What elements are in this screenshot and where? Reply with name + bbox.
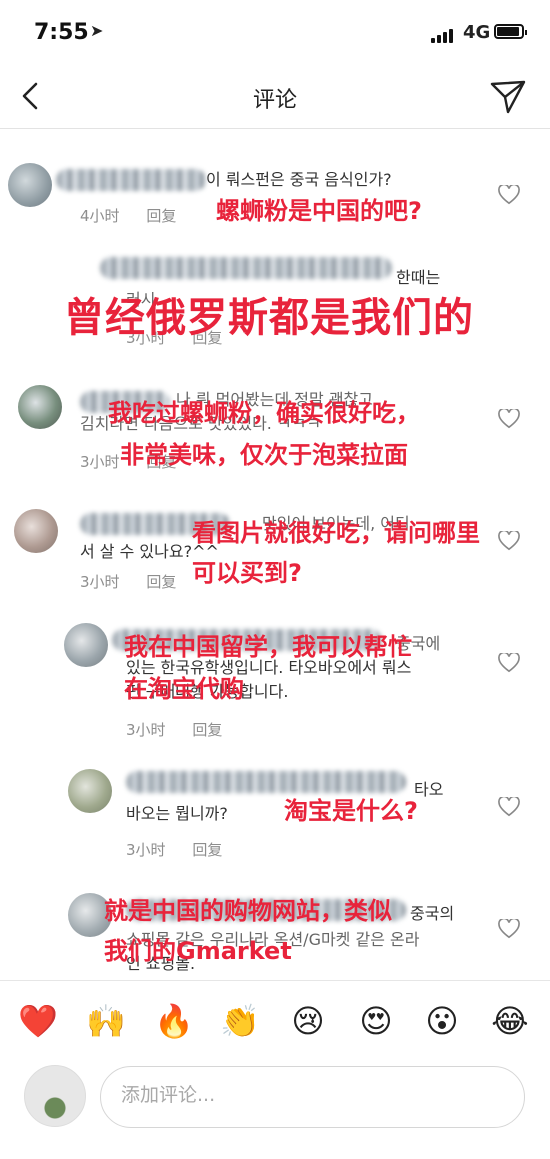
avatar[interactable] [8,163,52,207]
comment-meta: 3小时 回复 [126,719,244,740]
comment-meta: 3小时 回复 [126,839,244,860]
comment-meta: 4小时 回复 [80,205,198,226]
comment-list: 이 뤄스펀은 중국 음식인가? 4小时 回复 螺蛳粉是中国的吧? 한때는 러시 … [0,129,550,979]
like-heart-icon[interactable] [498,531,520,551]
raising-hands-emoji-icon[interactable]: 🙌 [86,1003,126,1039]
comment-text: 바오는 뭡니까? [126,804,228,823]
overlay-caption: 我在中国留学，我可以帮忙 [124,633,412,661]
send-direct-icon[interactable] [488,76,528,116]
fire-emoji-icon[interactable]: 🔥 [154,1003,194,1039]
reply-link[interactable]: 回复 [146,573,176,591]
avatar[interactable] [18,385,62,429]
status-time: 7:55 [34,20,89,45]
status-bar: 7:55 ➤ 4G [0,0,550,66]
overlay-caption: 曾经俄罗斯都是我们的 [64,295,474,341]
overlay-caption: 淘宝是什么? [284,797,418,825]
overlay-caption: 就是中国的购物网站，类似 [104,897,392,925]
red-heart-emoji-icon[interactable]: ❤️ [18,1003,58,1039]
avatar[interactable] [64,623,108,667]
surprised-face-emoji-icon[interactable]: 😮 [422,1003,462,1039]
overlay-caption: 可以买到? [192,559,302,587]
like-heart-icon[interactable] [498,185,520,205]
my-avatar [24,1065,86,1127]
comment-time: 3小时 [126,841,166,859]
clapping-hands-emoji-icon[interactable]: 👏 [220,1003,260,1039]
comment-text: 중국의 [410,904,455,923]
crying-face-emoji-icon[interactable]: 😢 [288,1003,328,1039]
page-title: 评论 [252,88,297,113]
comment-meta: 3小时 回复 [80,571,198,592]
emoji-quick-bar: ❤️ 🙌 🔥 👏 😢 😍 😮 😂 [0,980,550,1065]
nav-bar: 评论 [0,66,550,129]
like-heart-icon[interactable] [498,797,520,817]
location-arrow-icon: ➤ [90,21,104,40]
reply-link[interactable]: 回复 [146,207,176,225]
username-blurred[interactable] [126,771,406,793]
comment-input-box[interactable] [100,1066,525,1128]
cellular-signal-icon [431,24,455,43]
like-heart-icon[interactable] [498,919,520,939]
overlay-caption: 在淘宝代购 [124,675,244,703]
username-blurred[interactable] [100,257,392,279]
comment-time: 3小时 [80,453,120,471]
tears-of-joy-emoji-icon[interactable]: 😂 [490,1003,530,1039]
reply-link[interactable]: 回复 [192,841,222,859]
comment-text: 타오 [414,780,444,799]
comment-time: 4小时 [80,207,120,225]
overlay-caption: 看图片就很好吃，请问哪里 [192,519,480,547]
overlay-caption: 非常美味，仅次于泡菜拉面 [120,441,408,469]
comment-time: 3小时 [126,721,166,739]
comment-composer [0,1064,550,1159]
username-blurred[interactable] [56,169,206,191]
heart-eyes-emoji-icon[interactable]: 😍 [356,1003,396,1039]
comment-text: 이 뤄스펀은 중국 음식인가? [206,170,392,189]
avatar[interactable] [68,769,112,813]
like-heart-icon[interactable] [498,409,520,429]
like-heart-icon[interactable] [498,653,520,673]
reply-link[interactable]: 回复 [192,721,222,739]
network-type: 4G [463,22,491,43]
overlay-caption: 我吃过螺蛳粉，确实很好吃， [108,399,420,427]
comment-time: 3小时 [80,573,120,591]
battery-icon [494,24,527,39]
avatar[interactable] [14,509,58,553]
comment-input[interactable] [119,1083,503,1107]
overlay-caption: 我们的Gmarket [104,937,292,965]
overlay-caption: 螺蛳粉是中国的吧? [216,197,422,225]
